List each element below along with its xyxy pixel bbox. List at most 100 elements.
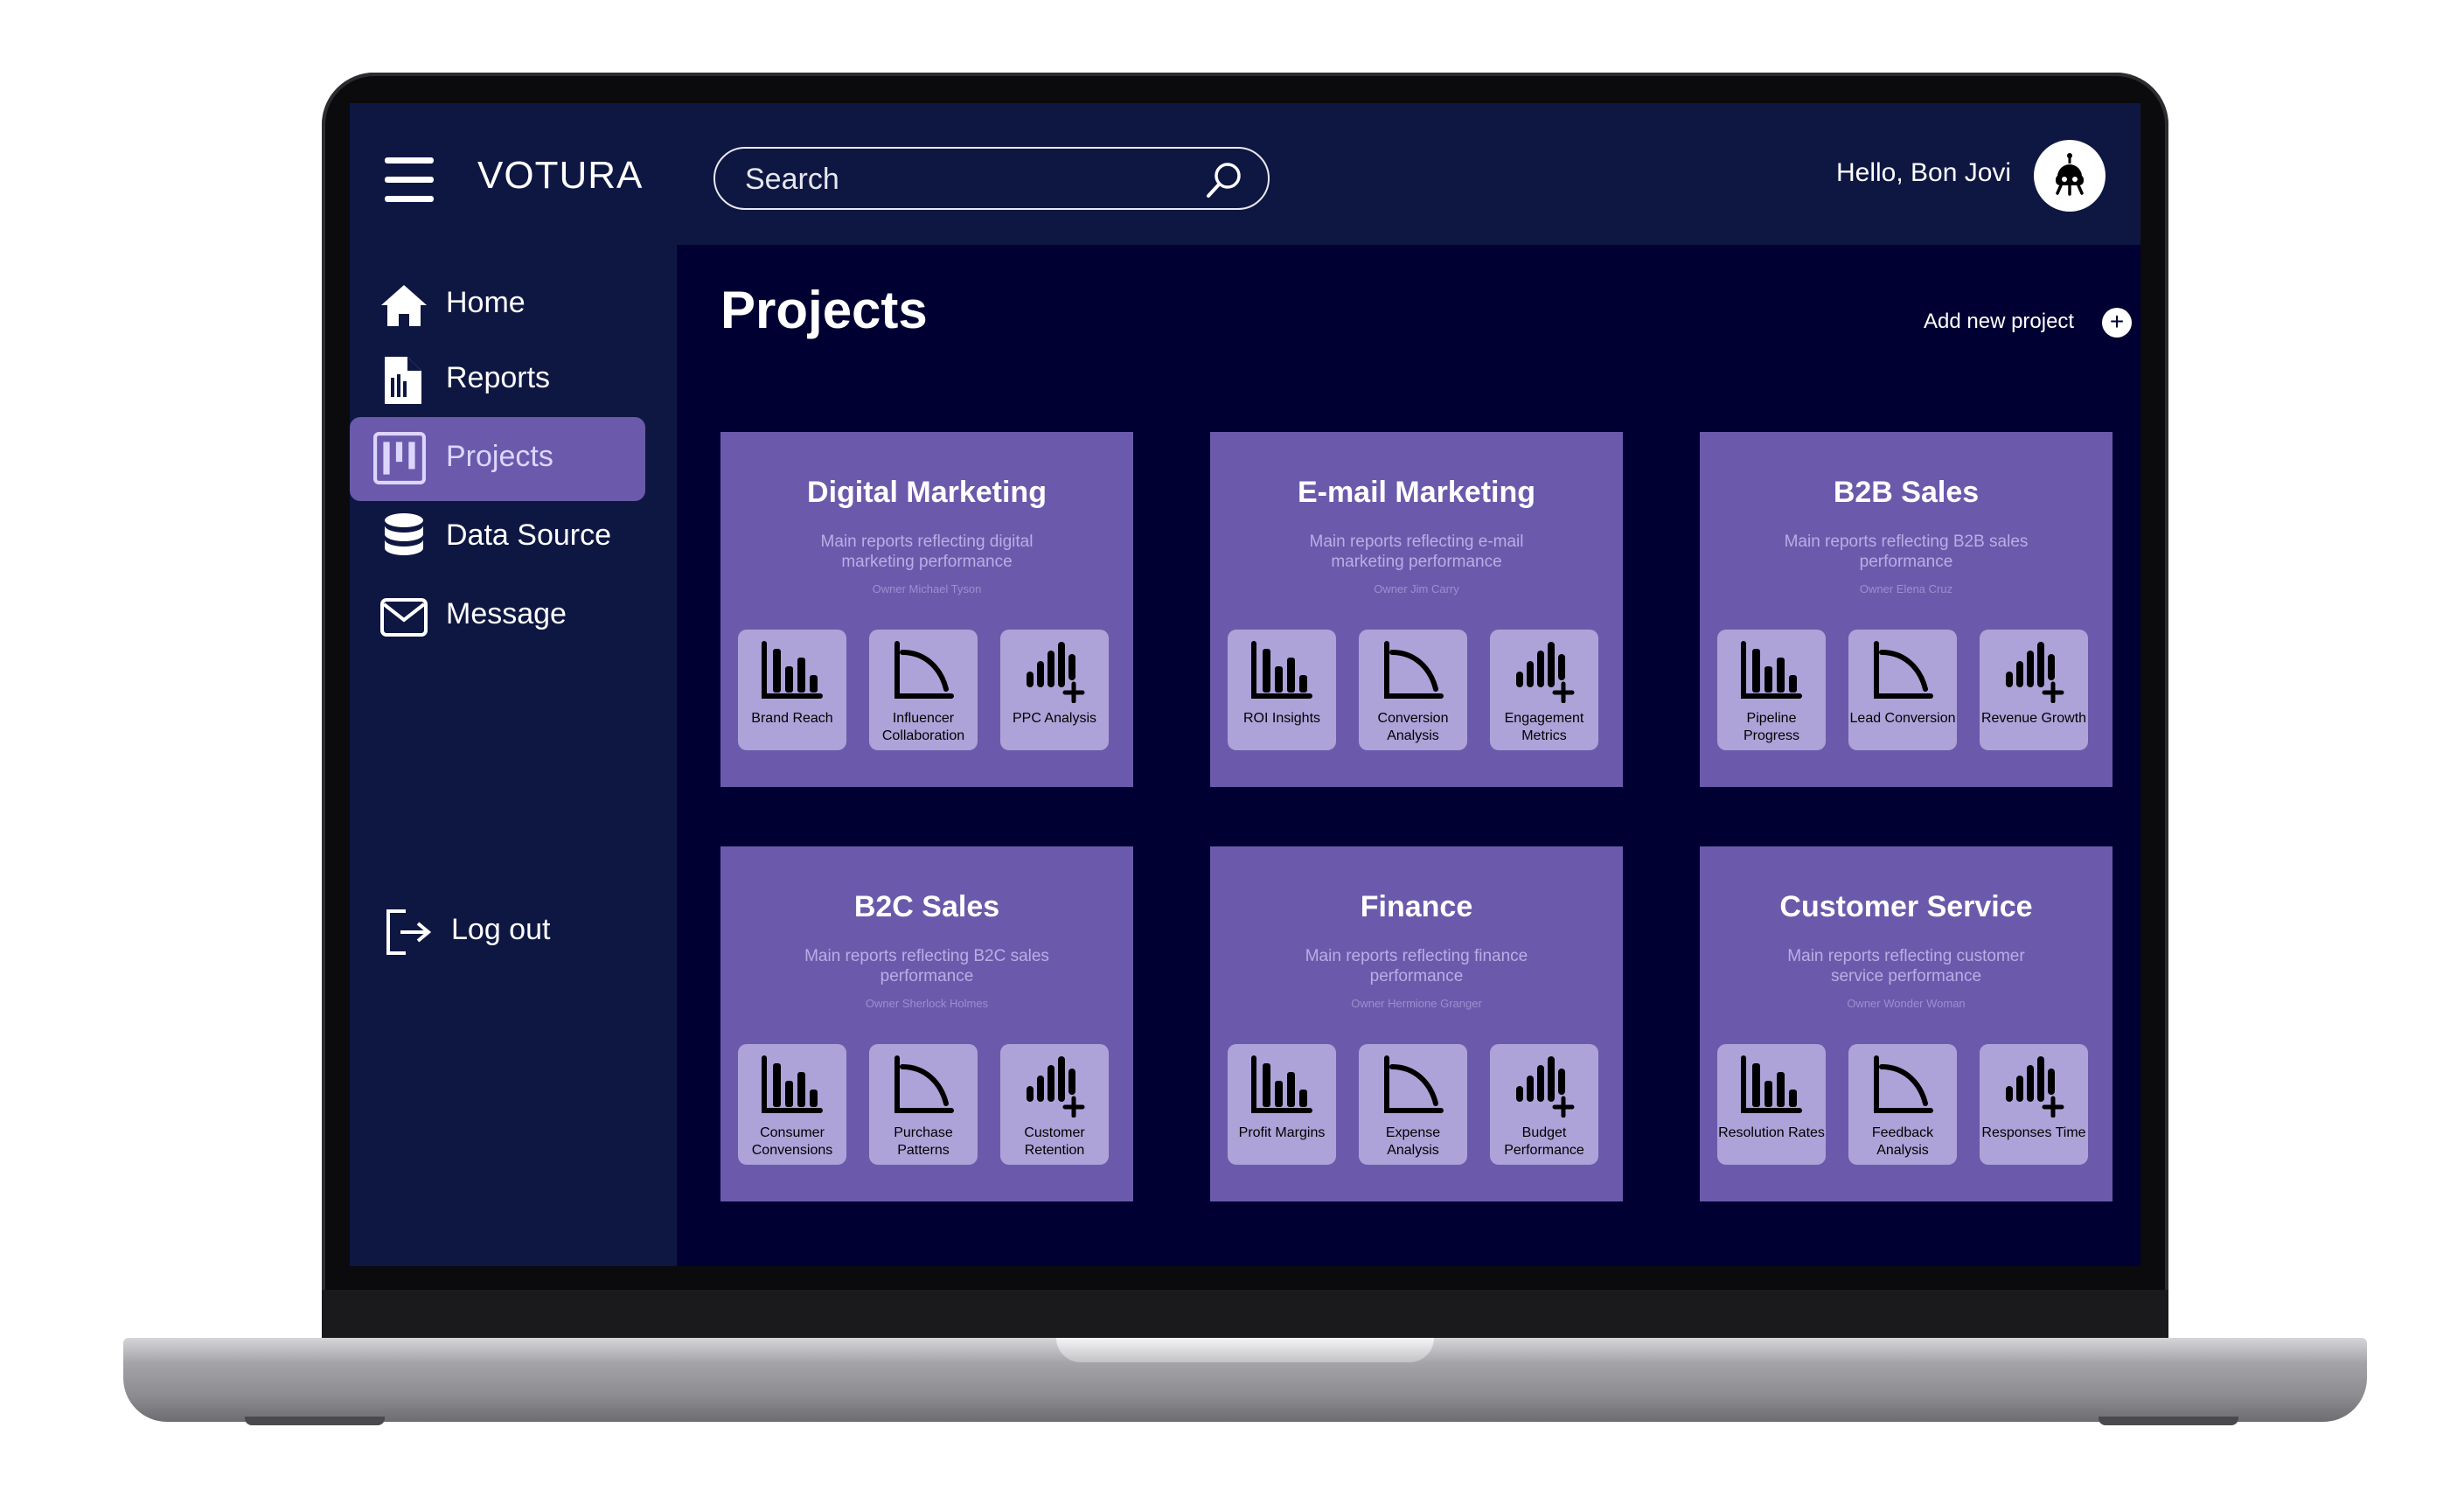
bar-chart-icon <box>1251 1055 1312 1113</box>
report-tile-label: Customer Retention <box>1024 1125 1085 1158</box>
sidebar-item-home[interactable]: Home <box>350 263 645 347</box>
laptop-foot <box>2099 1417 2238 1425</box>
project-description: Main reports reflecting customer service… <box>1787 947 2025 985</box>
report-tile[interactable]: Expense Analysis <box>1359 1044 1467 1165</box>
report-tiles: Profit Margins Expense Analysis Budget P… <box>1228 1044 1605 1166</box>
report-tile[interactable]: Conversion Analysis <box>1359 630 1467 750</box>
report-tile[interactable]: PPC Analysis <box>1000 630 1109 750</box>
project-title: Digital Marketing <box>807 476 1047 509</box>
report-tile-label: Resolution Rates <box>1718 1125 1825 1140</box>
laptop-opening-groove <box>1056 1338 1434 1362</box>
report-tiles: Consumer Convensions Purchase Patterns C… <box>738 1044 1116 1166</box>
search-input[interactable] <box>743 157 1201 201</box>
project-card[interactable]: B2C Sales Main reports reflecting B2C sal… <box>720 846 1133 1201</box>
robot-avatar-icon <box>2056 153 2084 196</box>
sidebar-item-data-source[interactable]: Data Source <box>350 496 645 580</box>
report-tile-label: Engagement Metrics <box>1504 711 1584 743</box>
curve-chart-icon <box>1384 1055 1444 1113</box>
report-tile-label: Feedback Analysis <box>1871 1125 1934 1158</box>
project-description: Main reports reflecting B2C sales perfor… <box>804 947 1049 985</box>
bar-chart-icon <box>1741 641 1802 699</box>
report-tiles: ROI Insights Conversion Analysis Engagem… <box>1228 630 1605 752</box>
report-tile-label: Expense Analysis <box>1385 1125 1441 1158</box>
curve-chart-icon <box>894 641 954 699</box>
curve-chart-icon <box>1874 1055 1933 1113</box>
report-tile-label: Profit Margins <box>1238 1125 1326 1140</box>
project-description: Main reports reflecting digital marketin… <box>820 533 1034 571</box>
report-tile[interactable]: Profit Margins <box>1228 1044 1336 1165</box>
bar-chart-icon <box>1251 641 1312 699</box>
sidebar-item-label: Home <box>446 286 526 319</box>
report-tile[interactable]: Engagement Metrics <box>1490 630 1598 750</box>
project-owner: Owner Hermione Granger <box>1351 997 1482 1010</box>
avatar[interactable] <box>2034 140 2106 212</box>
report-tile-label: Budget Performance <box>1504 1125 1584 1158</box>
report-tile[interactable]: Influencer Collaboration <box>869 630 978 750</box>
add-chart-icon <box>2006 1056 2064 1118</box>
report-tile-label: Brand Reach <box>751 711 833 726</box>
report-tile[interactable]: Budget Performance <box>1490 1044 1598 1165</box>
curve-chart-icon <box>894 1055 954 1113</box>
project-title: Customer Service <box>1779 890 2033 923</box>
brand-logo: VOTURA <box>477 154 644 197</box>
project-card[interactable]: Digital Marketing Main reports reflecting… <box>720 432 1133 787</box>
report-tile[interactable]: Consumer Convensions <box>738 1044 846 1165</box>
report-tile[interactable]: Lead Conversion <box>1848 630 1957 750</box>
curve-chart-icon <box>1384 641 1444 699</box>
mail-icon <box>380 598 428 637</box>
report-tile[interactable]: Pipeline Progress <box>1717 630 1826 750</box>
project-title: B2B Sales <box>1833 476 1980 509</box>
report-tile[interactable]: Purchase Patterns <box>869 1044 978 1165</box>
logout-button[interactable]: Log out <box>350 890 645 974</box>
bar-chart-icon <box>762 641 823 699</box>
add-chart-icon <box>2006 642 2064 703</box>
report-tile[interactable]: Responses Time <box>1980 1044 2088 1165</box>
report-tile-label: Pipeline Progress <box>1743 711 1800 743</box>
project-description: Main reports reflecting finance performa… <box>1305 947 1528 985</box>
project-title: E-mail Marketing <box>1297 476 1536 509</box>
project-owner: Owner Jim Carry <box>1374 582 1459 595</box>
report-tile-label: PPC Analysis <box>1012 711 1097 726</box>
report-tile[interactable]: Revenue Growth <box>1980 630 2088 750</box>
bar-chart-icon <box>1741 1055 1802 1113</box>
sidebar-item-reports[interactable]: Reports <box>350 338 645 422</box>
report-tile[interactable]: Customer Retention <box>1000 1044 1109 1165</box>
menu-icon[interactable] <box>385 157 434 203</box>
screen: VOTURA Hello, Bon Jovi <box>350 103 2140 1266</box>
report-icon <box>385 357 421 404</box>
report-tile-label: Responses Time <box>1981 1125 2086 1140</box>
project-card[interactable]: Finance Main reports reflecting finance p… <box>1210 846 1623 1201</box>
laptop-foot <box>245 1417 385 1425</box>
search-icon[interactable] <box>1205 161 1243 199</box>
add-chart-icon <box>1516 1056 1575 1118</box>
logout-icon <box>386 909 432 955</box>
report-tile-label: Influencer Collaboration <box>881 711 965 743</box>
bar-chart-icon <box>762 1055 823 1113</box>
project-owner: Owner Elena Cruz <box>1859 582 1953 595</box>
sidebar-item-label: Message <box>446 597 567 630</box>
logout-label: Log out <box>451 913 551 946</box>
project-owner: Owner Wonder Woman <box>1847 997 1966 1010</box>
report-tile[interactable]: Brand Reach <box>738 630 846 750</box>
project-title: B2C Sales <box>853 890 1000 923</box>
project-card[interactable]: B2B Sales Main reports reflecting B2B sal… <box>1700 432 2112 787</box>
add-new-project-link[interactable]: Add new project <box>1924 310 2074 334</box>
user-greeting: Hello, Bon Jovi <box>1836 158 2012 187</box>
project-title: Finance <box>1360 890 1473 923</box>
add-project-button[interactable]: + <box>2102 308 2132 338</box>
report-tile-label: ROI Insights <box>1242 711 1321 726</box>
report-tile[interactable]: Feedback Analysis <box>1848 1044 1957 1165</box>
report-tile[interactable]: Resolution Rates <box>1717 1044 1826 1165</box>
report-tile-label: Conversion Analysis <box>1377 711 1449 743</box>
report-tile[interactable]: ROI Insights <box>1228 630 1336 750</box>
add-chart-icon <box>1027 642 1085 703</box>
project-card[interactable]: E-mail Marketing Main reports reflecting … <box>1210 432 1623 787</box>
project-card[interactable]: Customer Service Main reports reflecting … <box>1700 846 2112 1201</box>
sidebar-item-label: Reports <box>446 361 551 394</box>
report-tile-label: Purchase Patterns <box>894 1125 953 1158</box>
sidebar-item-message[interactable]: Message <box>350 574 645 658</box>
sidebar-item-label: Projects <box>446 440 553 473</box>
sidebar-item-projects[interactable]: Projects <box>350 417 645 501</box>
add-chart-icon <box>1516 642 1575 703</box>
report-tile-label: Lead Conversion <box>1849 711 1956 726</box>
